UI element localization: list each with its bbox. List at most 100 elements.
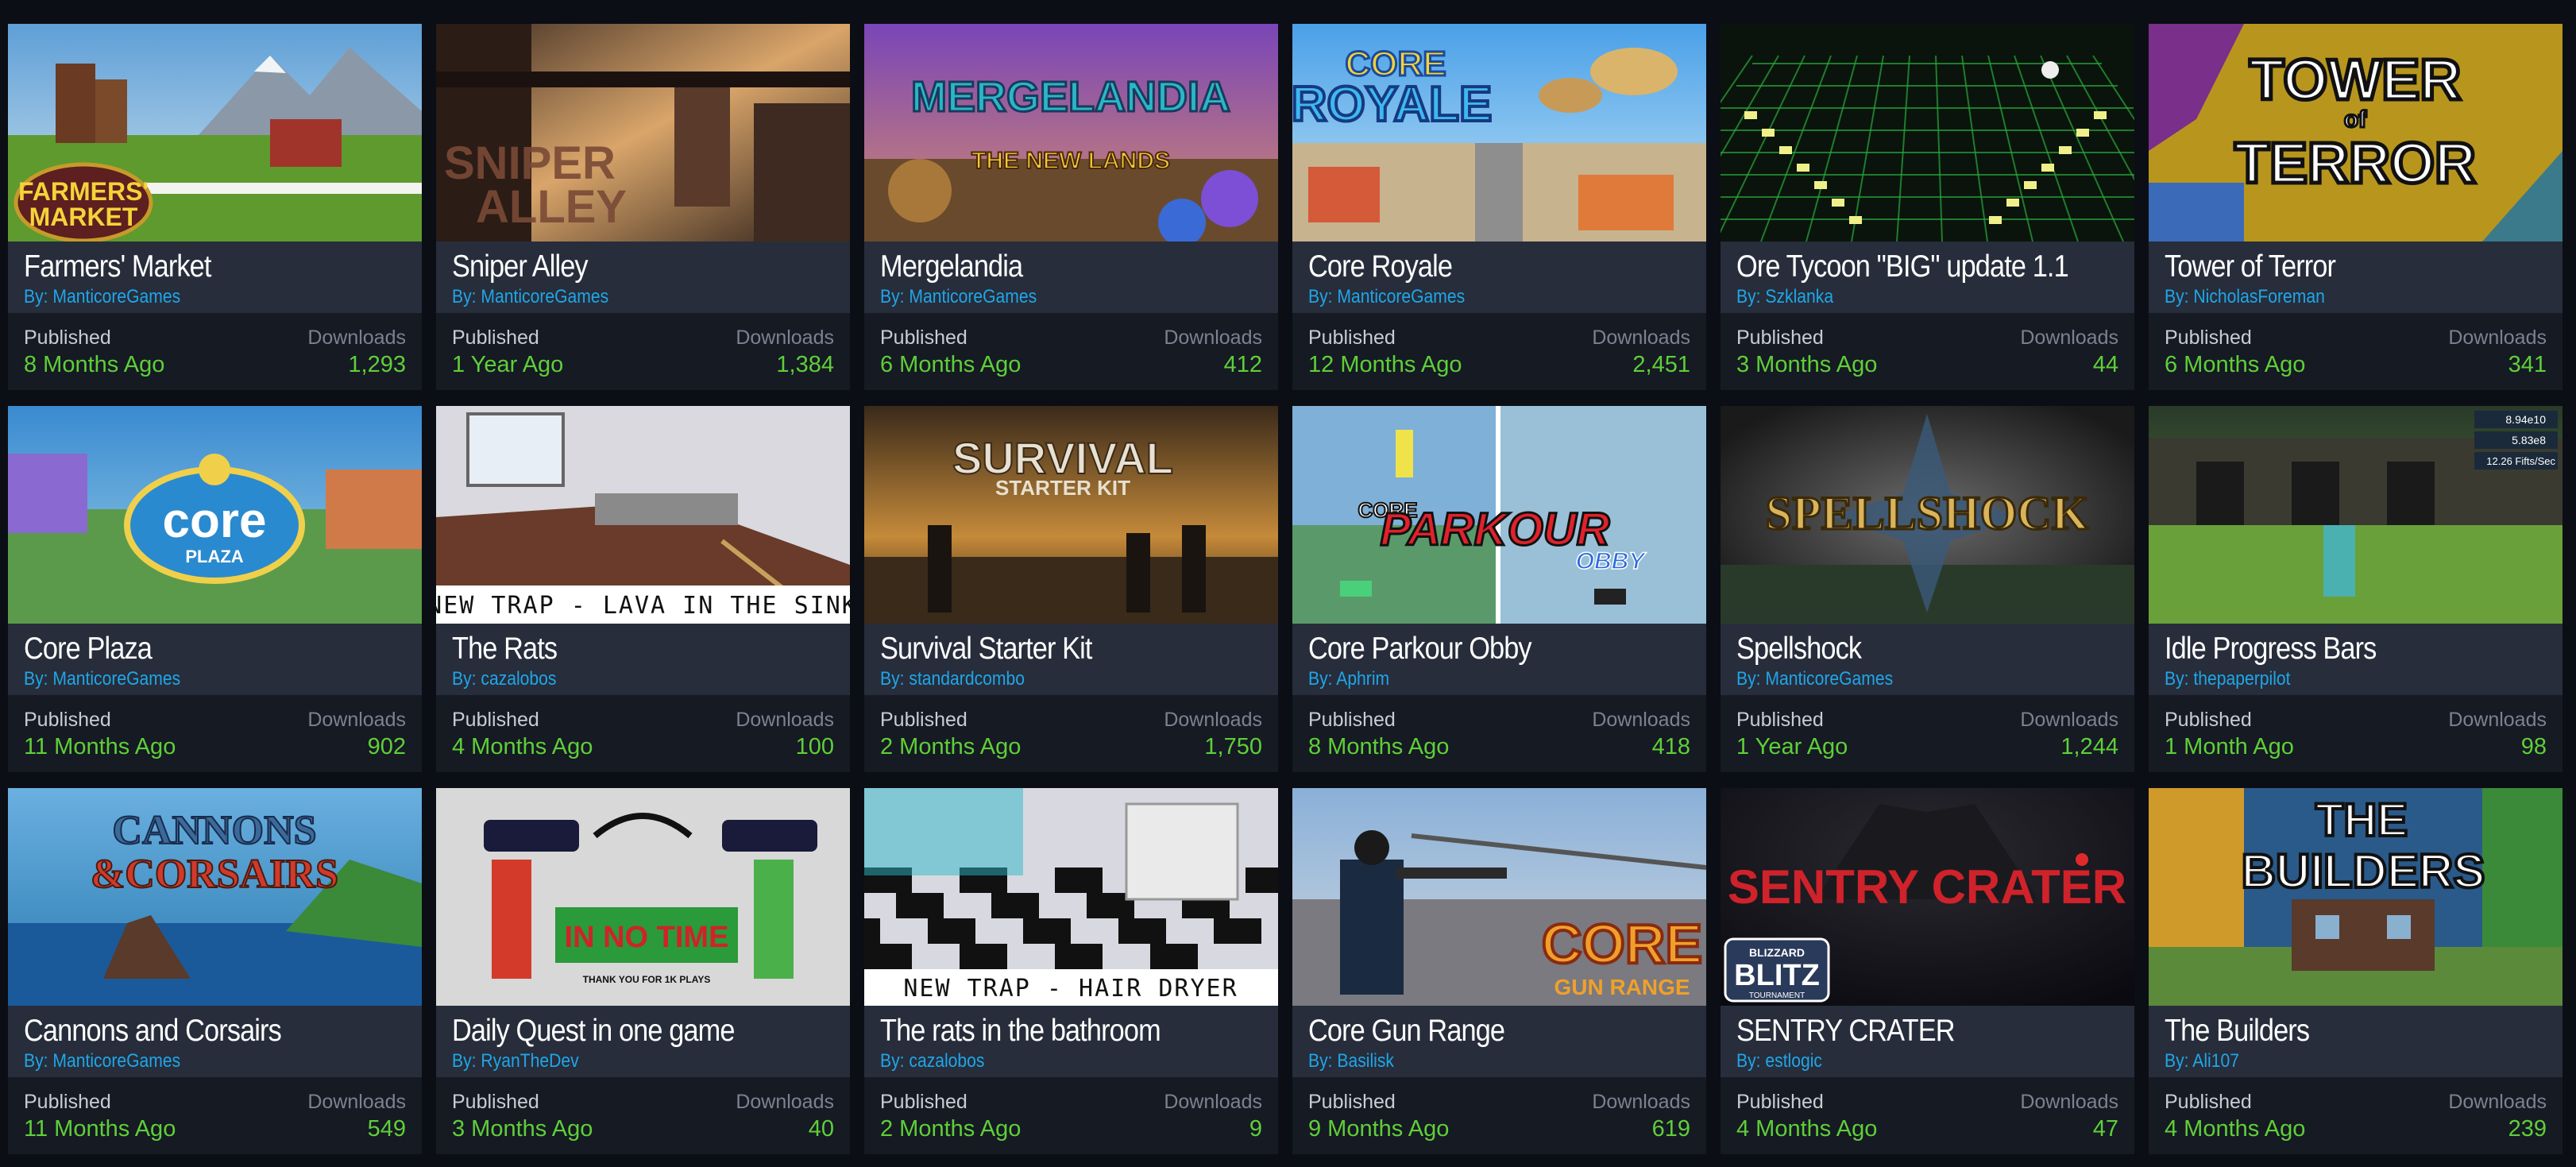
game-title[interactable]: Core Parkour Obby <box>1308 630 1647 668</box>
game-card-core-parkour-obby[interactable]: CORE PARKOUR OBBY Core Parkour Obby By: … <box>1292 406 1706 772</box>
game-thumbnail[interactable]: core PLAZA <box>8 406 422 624</box>
author-name[interactable]: Aphrim <box>1336 668 1389 690</box>
game-author[interactable]: By: ManticoreGames <box>24 286 180 308</box>
game-title[interactable]: Ore Tycoon "BIG" update 1.1 <box>1736 248 2076 286</box>
downloads-label: Downloads <box>2448 709 2547 731</box>
game-card-spellshock[interactable]: SPELLSHOCK Spellshock By: ManticoreGames… <box>1721 406 2134 772</box>
author-name[interactable]: NicholasForeman <box>2193 286 2325 307</box>
author-name[interactable]: cazalobos <box>481 668 556 690</box>
game-card-the-builders[interactable]: THE BUILDERS The Builders By: Ali107 Pub… <box>2149 788 2562 1154</box>
game-card-farmers-market[interactable]: FARMERS' MARKET Farmers' Market By: Mant… <box>8 24 422 390</box>
game-title[interactable]: The rats in the bathroom <box>880 1012 1219 1050</box>
game-thumbnail[interactable]: NEW TRAP - HAIR DRYER <box>864 788 1278 1006</box>
author-name[interactable]: estlogic <box>1765 1050 1822 1072</box>
author-prefix: By: <box>1308 1050 1338 1072</box>
game-title[interactable]: Core Plaza <box>24 630 363 668</box>
game-title[interactable]: Core Gun Range <box>1308 1012 1647 1050</box>
game-card-daily-quest-in-one-game[interactable]: IN NO TIME THANK YOU FOR 1K PLAYS Daily … <box>436 788 850 1154</box>
published-label: Published <box>1308 709 1396 731</box>
game-title[interactable]: Spellshock <box>1736 630 2076 668</box>
game-author[interactable]: By: ManticoreGames <box>24 668 180 690</box>
author-name[interactable]: Szklanka <box>1765 286 1833 307</box>
game-card-core-royale[interactable]: CORE ROYALE Core Royale By: ManticoreGam… <box>1292 24 1706 390</box>
game-author[interactable]: By: ManticoreGames <box>1308 286 1465 308</box>
author-name[interactable]: ManticoreGames <box>481 286 608 307</box>
game-author[interactable]: By: ManticoreGames <box>452 286 608 308</box>
game-title[interactable]: Tower of Terror <box>2165 248 2504 286</box>
game-card-sniper-alley[interactable]: SNIPER ALLEY Sniper Alley By: ManticoreG… <box>436 24 850 390</box>
game-thumbnail[interactable] <box>1721 24 2134 242</box>
game-author[interactable]: By: cazalobos <box>452 668 556 690</box>
game-author[interactable]: By: standardcombo <box>880 668 1025 690</box>
game-title[interactable]: Cannons and Corsairs <box>24 1012 363 1050</box>
game-thumbnail[interactable]: IN NO TIME THANK YOU FOR 1K PLAYS <box>436 788 850 1006</box>
author-name[interactable]: ManticoreGames <box>909 286 1037 307</box>
game-title[interactable]: Daily Quest in one game <box>452 1012 791 1050</box>
game-title[interactable]: Idle Progress Bars <box>2165 630 2504 668</box>
game-thumbnail[interactable]: SENTRY CRATER BLIZZARD BLITZ TOURNAMENT <box>1721 788 2134 1006</box>
game-thumbnail[interactable]: SURVIVAL STARTER KIT <box>864 406 1278 624</box>
game-card-tower-of-terror[interactable]: TOWER of TERROR Tower of Terror By: Nich… <box>2149 24 2562 390</box>
game-author[interactable]: By: ManticoreGames <box>880 286 1037 308</box>
game-author[interactable]: By: Szklanka <box>1736 286 1833 308</box>
game-title[interactable]: Farmers' Market <box>24 248 363 286</box>
author-name[interactable]: cazalobos <box>909 1050 984 1072</box>
author-name[interactable]: ManticoreGames <box>1337 286 1465 307</box>
game-title[interactable]: Core Royale <box>1308 248 1647 286</box>
author-name[interactable]: RyanTheDev <box>481 1050 578 1072</box>
game-thumbnail[interactable]: CORE PARKOUR OBBY <box>1292 406 1706 624</box>
game-thumbnail[interactable]: 8.94e10 5.83e8 12.26 Fifts/Sec <box>2149 406 2562 624</box>
game-title[interactable]: Sniper Alley <box>452 248 791 286</box>
game-author[interactable]: By: NicholasForeman <box>2165 286 2325 308</box>
game-author[interactable]: By: cazalobos <box>880 1050 984 1072</box>
downloads-value: 1,750 <box>1204 734 1262 759</box>
game-author[interactable]: By: ManticoreGames <box>1736 668 1893 690</box>
game-title[interactable]: Mergelandia <box>880 248 1219 286</box>
svg-text:of: of <box>2344 106 2367 133</box>
game-thumbnail[interactable]: CANNONS &CORSAIRS <box>8 788 422 1006</box>
game-author[interactable]: By: RyanTheDev <box>452 1050 579 1072</box>
game-thumbnail[interactable]: TOWER of TERROR <box>2149 24 2562 242</box>
game-author[interactable]: By: Ali107 <box>2165 1050 2239 1072</box>
downloads-label: Downloads <box>1164 327 1262 349</box>
game-thumbnail[interactable]: FARMERS' MARKET <box>8 24 422 242</box>
game-card-the-rats-in-the-bathroom[interactable]: NEW TRAP - HAIR DRYER The rats in the ba… <box>864 788 1278 1154</box>
author-name[interactable]: standardcombo <box>909 668 1025 690</box>
game-author[interactable]: By: Basilisk <box>1308 1050 1394 1072</box>
game-title[interactable]: Survival Starter Kit <box>880 630 1219 668</box>
author-name[interactable]: Basilisk <box>1337 1050 1394 1072</box>
game-author[interactable]: By: estlogic <box>1736 1050 1822 1072</box>
game-card-mergelandia[interactable]: MERGELANDIA THE NEW LANDS Mergelandia By… <box>864 24 1278 390</box>
game-thumbnail[interactable]: CORE ROYALE <box>1292 24 1706 242</box>
game-thumbnail[interactable]: CORE GUN RANGE <box>1292 788 1706 1006</box>
game-author[interactable]: By: thepaperpilot <box>2165 668 2291 690</box>
game-thumbnail[interactable]: SPELLSHOCK <box>1721 406 2134 624</box>
game-title[interactable]: The Builders <box>2165 1012 2504 1050</box>
game-card-core-plaza[interactable]: core PLAZA Core Plaza By: ManticoreGames… <box>8 406 422 772</box>
game-thumbnail[interactable]: NEW TRAP - LAVA IN THE SINK <box>436 406 850 624</box>
game-thumbnail[interactable]: SNIPER ALLEY <box>436 24 850 242</box>
game-card-cannons-and-corsairs[interactable]: CANNONS &CORSAIRS Cannons and Corsairs B… <box>8 788 422 1154</box>
downloads-label: Downloads <box>307 327 406 349</box>
game-card-core-gun-range[interactable]: CORE GUN RANGE Core Gun Range By: Basili… <box>1292 788 1706 1154</box>
game-thumbnail[interactable]: MERGELANDIA THE NEW LANDS <box>864 24 1278 242</box>
game-card-sentry-crater[interactable]: SENTRY CRATER BLIZZARD BLITZ TOURNAMENT … <box>1721 788 2134 1154</box>
author-name[interactable]: ManticoreGames <box>52 1050 180 1072</box>
game-card-idle-progress-bars[interactable]: 8.94e10 5.83e8 12.26 Fifts/Sec Idle Prog… <box>2149 406 2562 772</box>
author-name[interactable]: ManticoreGames <box>52 668 180 690</box>
author-name[interactable]: ManticoreGames <box>52 286 180 307</box>
game-author[interactable]: By: Aphrim <box>1308 668 1389 690</box>
author-name[interactable]: Ali107 <box>2192 1050 2239 1072</box>
game-thumbnail[interactable]: THE BUILDERS <box>2149 788 2562 1006</box>
author-name[interactable]: ManticoreGames <box>1765 668 1893 690</box>
author-name[interactable]: thepaperpilot <box>2193 668 2290 690</box>
game-card-ore-tycoon-big-update-1-1[interactable]: Ore Tycoon "BIG" update 1.1 By: Szklanka… <box>1721 24 2134 390</box>
game-card-the-rats[interactable]: NEW TRAP - LAVA IN THE SINK The Rats By:… <box>436 406 850 772</box>
game-title[interactable]: SENTRY CRATER <box>1736 1012 2076 1050</box>
game-author[interactable]: By: ManticoreGames <box>24 1050 180 1072</box>
game-title[interactable]: The Rats <box>452 630 791 668</box>
game-stats: Published Downloads 11 Months Ago 549 <box>8 1077 422 1154</box>
game-card-survival-starter-kit[interactable]: SURVIVAL STARTER KIT Survival Starter Ki… <box>864 406 1278 772</box>
published-label: Published <box>1308 1091 1396 1113</box>
downloads-label: Downloads <box>736 709 834 731</box>
